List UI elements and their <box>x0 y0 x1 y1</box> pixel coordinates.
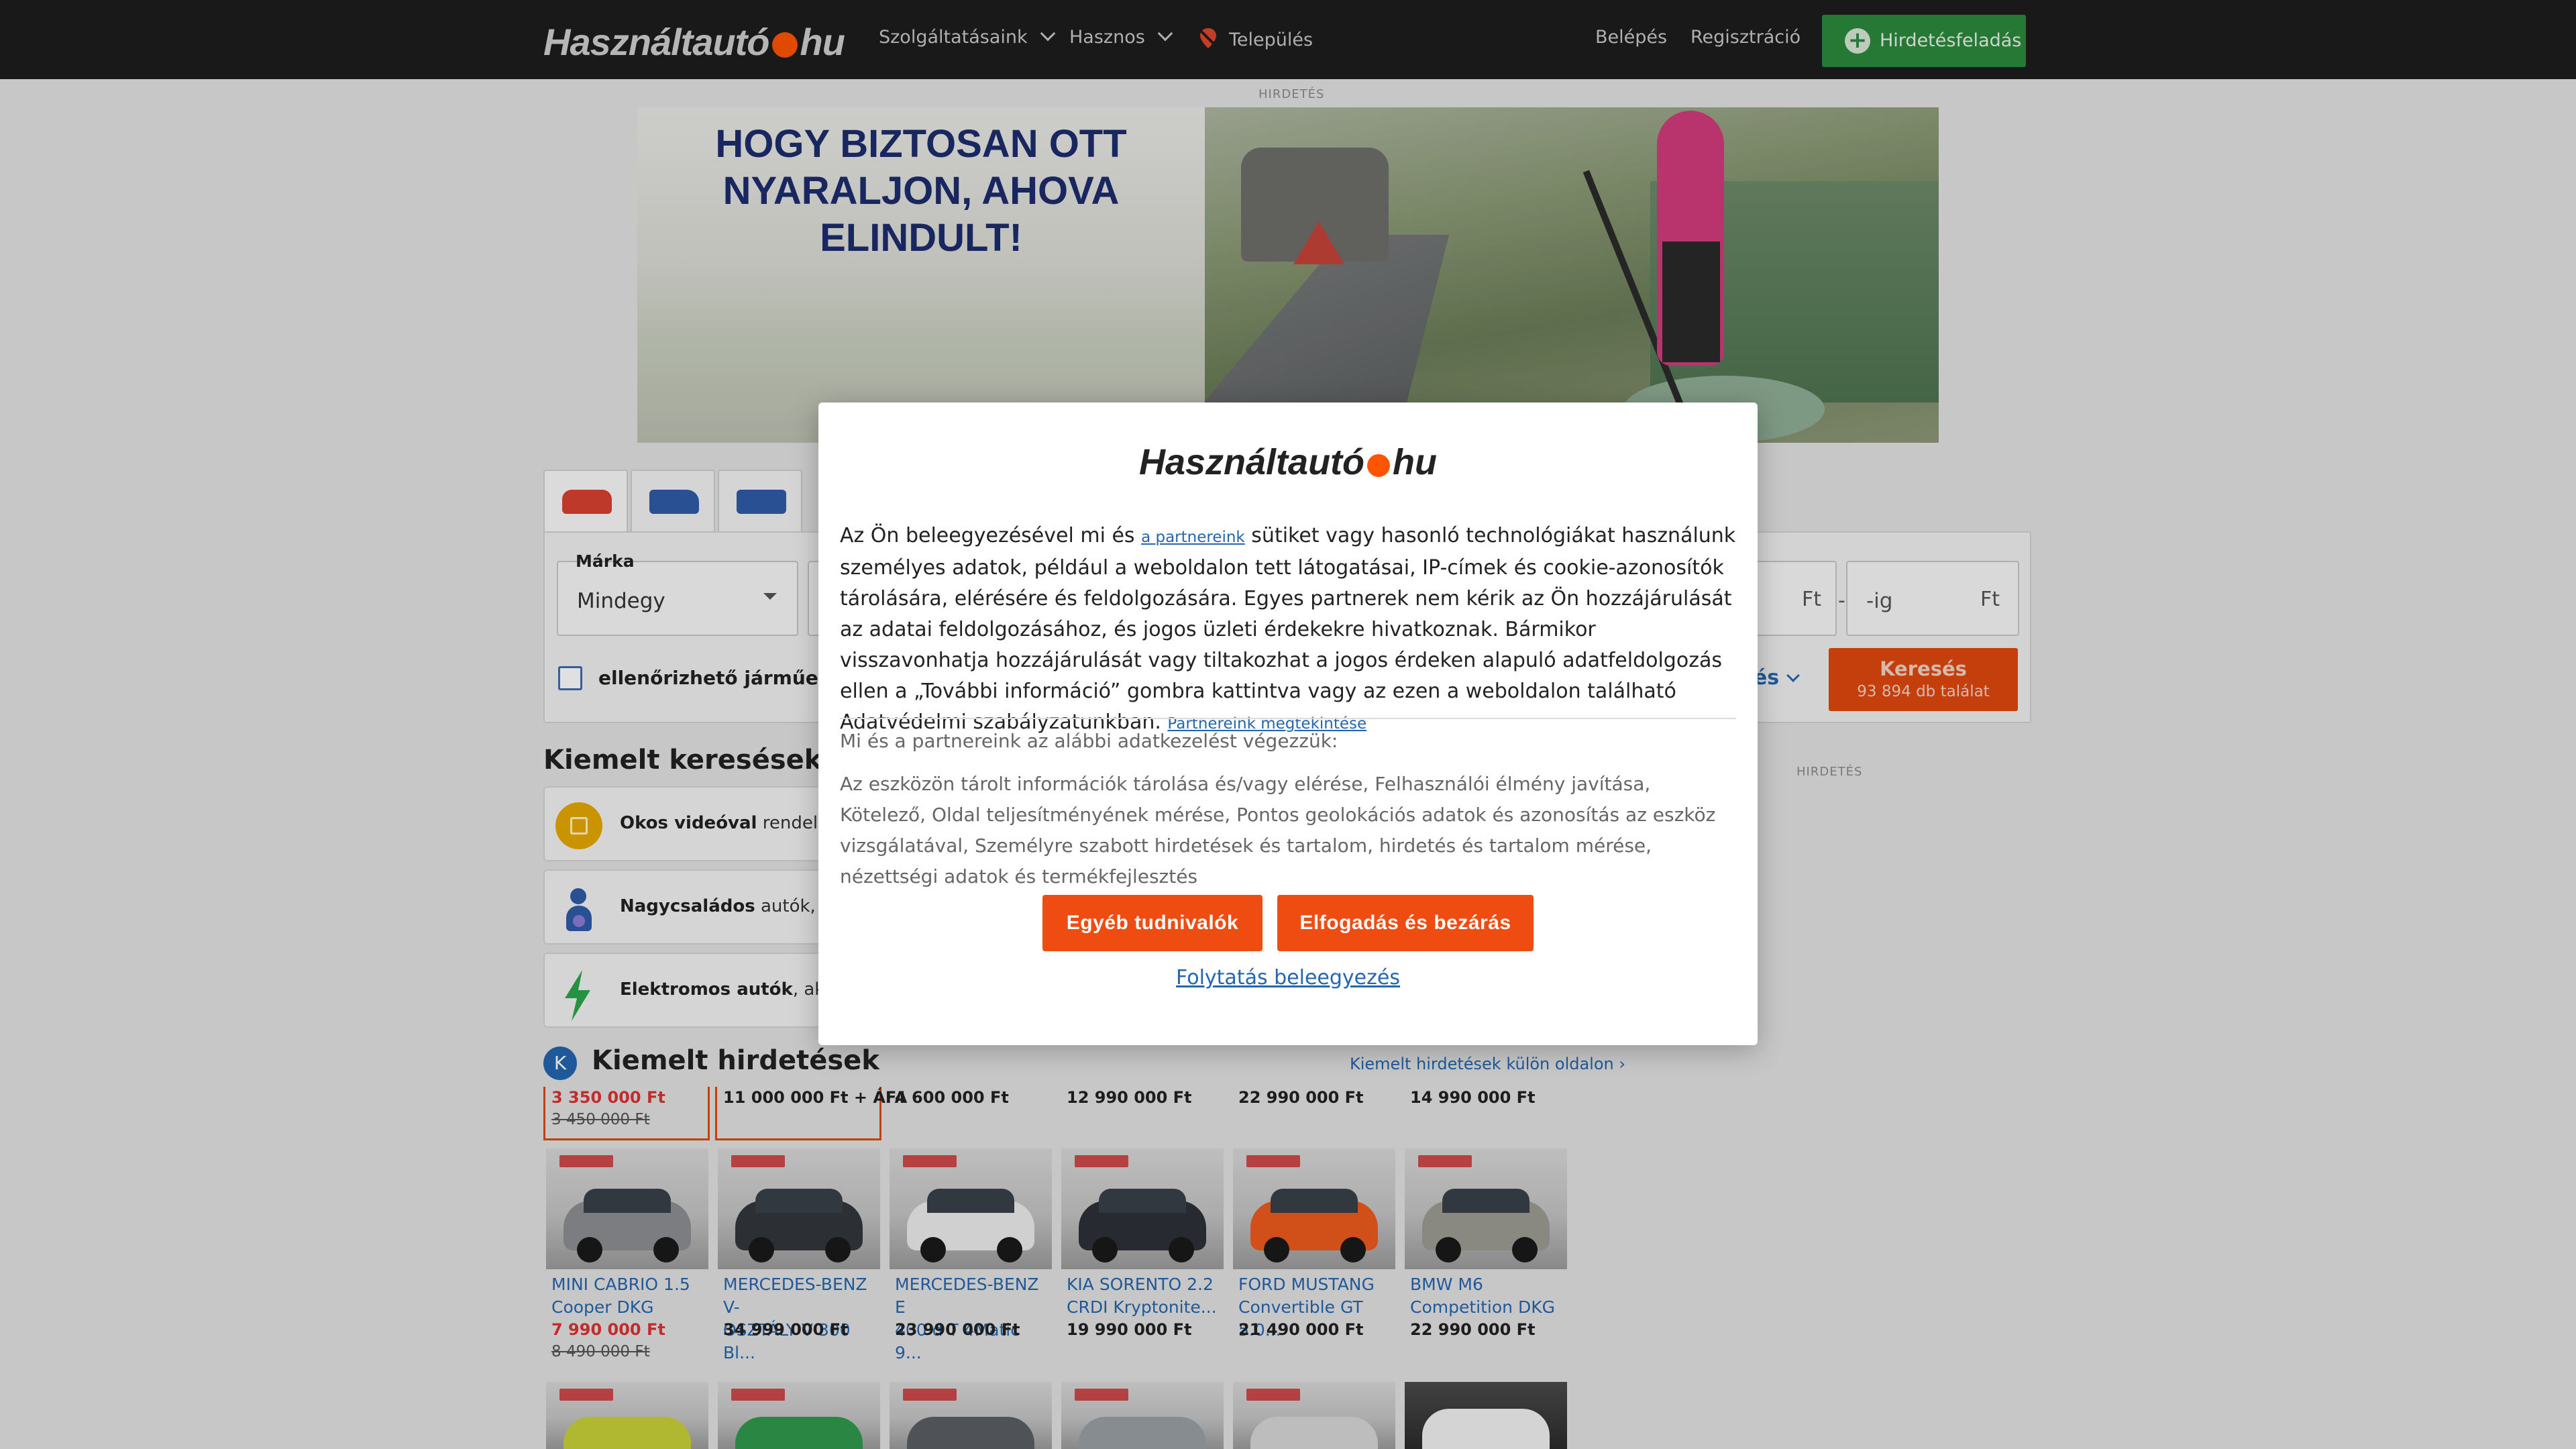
more-info-button[interactable]: Egyéb tudnivalók <box>1042 895 1263 951</box>
consent-text: Az Ön beleegyezésével mi és a partnerein… <box>840 524 1736 734</box>
continue-without-consent-link[interactable]: Folytatás beleegyezés <box>818 966 1758 989</box>
consent-logo: Használtautó hu <box>1138 442 1438 482</box>
consent-purposes-heading: Mi és a partnereink az alábbi adatkezelé… <box>840 730 1338 752</box>
accept-and-close-button[interactable]: Elfogadás és bezárás <box>1277 895 1534 951</box>
partners-link[interactable]: a partnereink <box>1141 529 1245 546</box>
divider <box>840 718 1736 719</box>
consent-purposes-list: Az eszközön tárolt információk tárolása … <box>840 773 1716 888</box>
logo-dot-icon <box>1367 454 1391 477</box>
consent-dialog: Használtautó hu Az Ön beleegyezésével mi … <box>818 402 1758 1045</box>
